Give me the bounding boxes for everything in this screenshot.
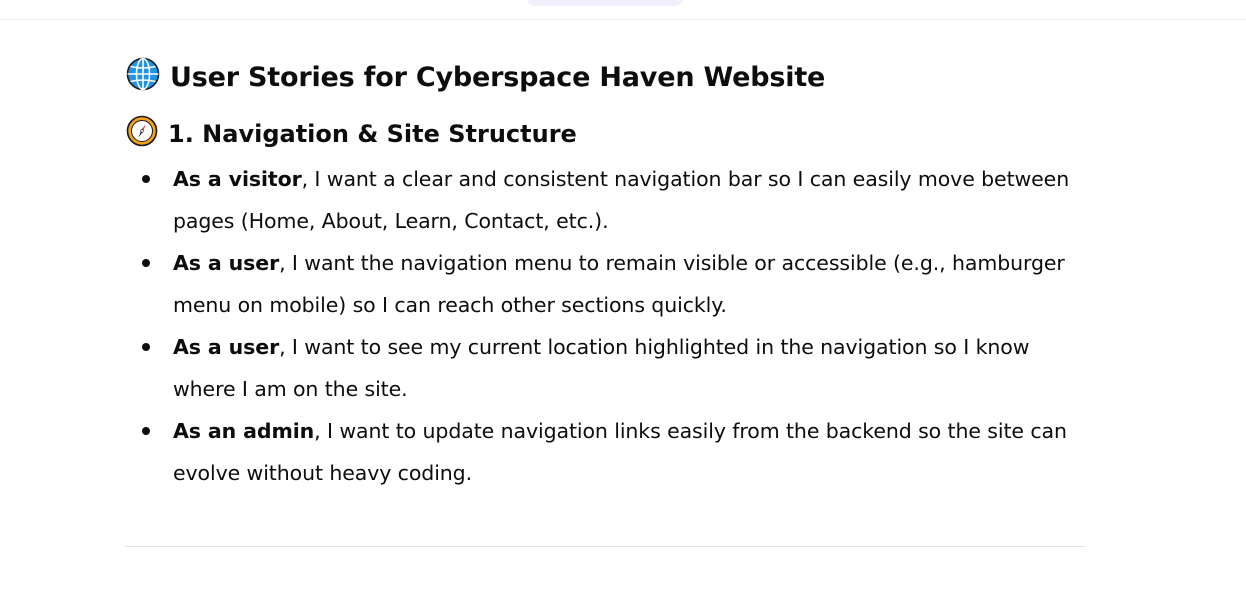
compass-icon bbox=[126, 115, 158, 153]
section-title-text: 1. Navigation & Site Structure bbox=[168, 120, 577, 148]
bullet-icon bbox=[142, 259, 150, 267]
list-item: As a user, I want to see my current loca… bbox=[126, 326, 1086, 410]
bullet-icon bbox=[142, 343, 150, 351]
message-content: User Stories for Cyberspace Haven Websit… bbox=[126, 50, 1086, 494]
story-text: , I want a clear and consistent navigati… bbox=[173, 167, 1070, 233]
user-story-list: As a visitor, I want a clear and consist… bbox=[126, 158, 1086, 494]
bullet-icon bbox=[142, 175, 150, 183]
top-bar bbox=[0, 0, 1246, 20]
story-role: As an admin bbox=[173, 419, 315, 443]
page-title-text: User Stories for Cyberspace Haven Websit… bbox=[170, 61, 826, 93]
story-text: , I want the navigation menu to remain v… bbox=[173, 251, 1065, 317]
story-role: As a user bbox=[173, 335, 280, 359]
list-item: As a user, I want the navigation menu to… bbox=[126, 242, 1086, 326]
section-title: 1. Navigation & Site Structure bbox=[126, 112, 1086, 156]
bullet-icon bbox=[142, 427, 150, 435]
globe-icon bbox=[126, 57, 160, 98]
section-divider bbox=[125, 546, 1085, 547]
story-role: As a visitor bbox=[173, 167, 302, 191]
list-item: As a visitor, I want a clear and consist… bbox=[126, 158, 1086, 242]
top-tab-pill[interactable] bbox=[526, 0, 684, 6]
story-text: , I want to see my current location high… bbox=[173, 335, 1030, 401]
story-role: As a user bbox=[173, 251, 280, 275]
page-title: User Stories for Cyberspace Haven Websit… bbox=[126, 50, 1086, 104]
list-item: As an admin, I want to update navigation… bbox=[126, 410, 1086, 494]
